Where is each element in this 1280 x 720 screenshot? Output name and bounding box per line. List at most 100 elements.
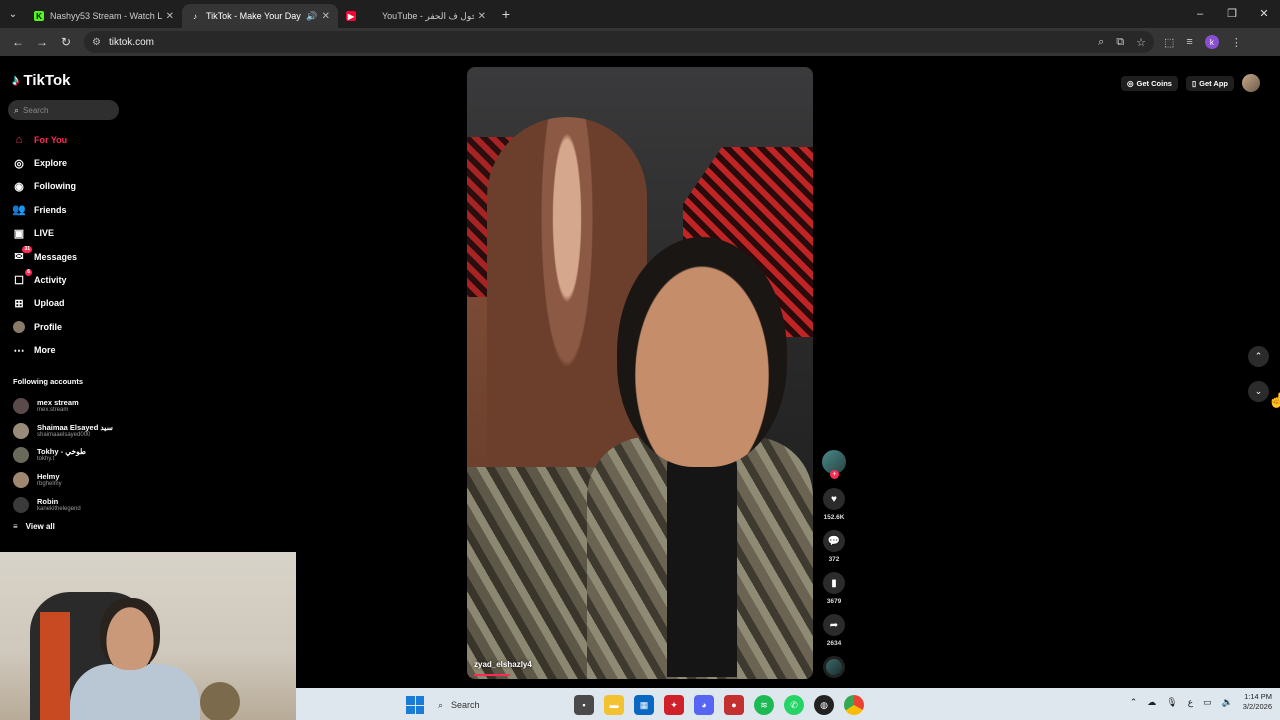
- profile-avatar[interactable]: k: [1204, 35, 1219, 49]
- taskbar-search[interactable]: ⌕ Search: [434, 694, 564, 716]
- user-avatar[interactable]: [1242, 74, 1260, 92]
- tiktok-logo[interactable]: ♪ TikTok: [12, 72, 70, 89]
- avatar: [13, 398, 29, 415]
- search-input[interactable]: ⌕ Search: [8, 100, 119, 120]
- sidebar-item-for-you[interactable]: ⌂ For You: [12, 128, 77, 151]
- sidebar-item-friends[interactable]: 👥 Friends: [12, 198, 77, 221]
- site-info-icon[interactable]: ⚙: [92, 37, 101, 48]
- file-explorer-icon[interactable]: ▬: [604, 695, 624, 715]
- cloud-icon[interactable]: ☁: [1147, 697, 1156, 708]
- extensions-icon[interactable]: ⬚: [1164, 36, 1174, 49]
- media-icon[interactable]: ≡: [1186, 36, 1192, 48]
- bookmark-star-icon[interactable]: ☆: [1136, 36, 1146, 49]
- kick-icon: K: [34, 11, 44, 21]
- whatsapp-icon[interactable]: ✆: [784, 695, 804, 715]
- webcam-overlay: [0, 552, 296, 720]
- list-item[interactable]: Tokhy - طوخي tokhy.t: [13, 443, 113, 468]
- obs-icon[interactable]: ◍: [814, 695, 834, 715]
- back-button[interactable]: ←: [6, 35, 30, 49]
- sidebar-item-messages[interactable]: ✉ 31 Messages: [12, 245, 77, 268]
- video-progress-bar[interactable]: [474, 674, 510, 676]
- account-name: mex stream: [37, 398, 79, 408]
- clock-date: 3/2/2026: [1242, 702, 1272, 711]
- menu-icon[interactable]: ⋮: [1231, 36, 1242, 49]
- list-item[interactable]: Helmy rbghelmy: [13, 468, 113, 493]
- chevron-up-icon: ⌃: [1254, 351, 1263, 361]
- reload-button[interactable]: ↻: [54, 35, 78, 49]
- tab-kick[interactable]: K Nashyy53 Stream - Watch Live ✕: [26, 4, 182, 28]
- follow-plus-icon[interactable]: +: [830, 470, 839, 479]
- speaker-icon[interactable]: 🔊: [306, 11, 317, 22]
- compass-icon: ◎: [14, 157, 24, 170]
- store-icon[interactable]: ▦: [634, 695, 654, 715]
- sidebar-item-activity[interactable]: ☐ 6 Activity: [12, 268, 77, 291]
- list-item[interactable]: Robin kanekithelegend: [13, 492, 113, 517]
- close-icon[interactable]: ✕: [478, 11, 486, 22]
- sidebar-item-more[interactable]: ⋯ More: [12, 339, 77, 362]
- sidebar-item-profile[interactable]: Profile: [12, 315, 77, 338]
- chevron-up-icon[interactable]: ⌃: [1130, 697, 1138, 708]
- microphone-icon[interactable]: 🎙: [1166, 697, 1177, 708]
- red-app-icon[interactable]: ✦: [664, 695, 684, 715]
- like-button[interactable]: ♥: [823, 488, 845, 510]
- list-item[interactable]: mex stream mex.stream: [13, 394, 113, 419]
- sidebar-item-upload[interactable]: ⊞ Upload: [12, 292, 77, 315]
- taskbar-search-label: Search: [451, 700, 480, 710]
- share-button[interactable]: ➦: [823, 614, 845, 636]
- network-icon[interactable]: ▭: [1203, 697, 1212, 708]
- spotify-icon[interactable]: ≋: [754, 695, 774, 715]
- account-name: Tokhy - طوخي: [37, 447, 86, 457]
- nav-label: Upload: [34, 298, 65, 309]
- save-button[interactable]: ▮: [823, 572, 845, 594]
- minimize-button[interactable]: –: [1184, 0, 1216, 28]
- clock[interactable]: 1:14 PM 3/2/2026: [1243, 692, 1272, 712]
- close-window-button[interactable]: ✕: [1248, 0, 1280, 28]
- previous-video-button[interactable]: ⌃: [1248, 346, 1269, 367]
- windows-start-icon[interactable]: [406, 696, 424, 714]
- volume-icon[interactable]: 🔉: [1222, 697, 1233, 708]
- tab-search-icon[interactable]: ⌄: [0, 0, 26, 28]
- get-app-button[interactable]: ▯ Get App: [1185, 75, 1234, 91]
- sidebar-item-explore[interactable]: ◎ Explore: [12, 151, 77, 174]
- video-player[interactable]: zyad_elshazly4: [467, 67, 813, 679]
- url-field[interactable]: ⚙ tiktok.com ⌕ ⧉ ☆: [84, 31, 1154, 53]
- task-view-icon[interactable]: ▪: [574, 695, 594, 715]
- sidebar-item-live[interactable]: ▣ LIVE: [12, 222, 77, 245]
- discord-icon[interactable]: ◕: [694, 695, 714, 715]
- feed-navigation: ⌃ ⌄: [1248, 346, 1269, 402]
- install-icon[interactable]: ⧉: [1116, 36, 1124, 49]
- video-author[interactable]: zyad_elshazly4: [474, 660, 532, 669]
- account-handle: shaimaaelsayed000: [37, 431, 91, 438]
- language-indicator[interactable]: ع: [1188, 697, 1193, 708]
- creator-avatar[interactable]: +: [822, 450, 846, 479]
- sidebar-item-following[interactable]: ◉ Following: [12, 175, 77, 198]
- streaming-app-icon[interactable]: ●: [724, 695, 744, 715]
- video-actions: + ♥ 152.6K 💬 372 ▮ 3679 ➦ 2634: [820, 450, 848, 678]
- get-coins-button[interactable]: ◎ Get Coins: [1121, 75, 1178, 91]
- comment-button[interactable]: 💬: [823, 530, 845, 552]
- restore-button[interactable]: ❐: [1216, 0, 1248, 28]
- chrome-icon[interactable]: [844, 695, 864, 715]
- close-icon[interactable]: ✕: [166, 11, 174, 22]
- following-icon: ◉: [14, 180, 24, 193]
- taskbar-apps: ⌕ Search ▪ ▬ ▦ ✦ ◕ ● ≋ ✆ ◍: [406, 694, 864, 716]
- streamer-body: [70, 664, 200, 720]
- nav-label: Messages: [34, 251, 78, 262]
- music-disc-icon[interactable]: [823, 656, 845, 678]
- tab-youtube[interactable]: YouTube - دخول ف الحفر ✕: [374, 4, 494, 28]
- live-icon: ▣: [13, 227, 25, 240]
- new-tab-button[interactable]: +: [494, 6, 518, 22]
- streamer-head: [100, 598, 160, 670]
- tab-youtube-pinned[interactable]: ▶: [338, 4, 374, 28]
- list-item[interactable]: Shaimaa Elsayed سيد shaimaaelsayed000: [13, 419, 113, 444]
- zoom-icon[interactable]: ⌕: [1098, 36, 1104, 49]
- forward-button[interactable]: →: [30, 35, 54, 49]
- share-count: 2634: [826, 640, 842, 647]
- following-accounts-list: mex stream mex.stream Shaimaa Elsayed سيد…: [13, 394, 113, 517]
- close-icon[interactable]: ✕: [322, 11, 330, 22]
- avatar: [13, 472, 29, 489]
- nav-label: Following: [34, 181, 76, 192]
- view-all-link[interactable]: ≡ View all: [13, 522, 55, 531]
- tab-tiktok[interactable]: ♪ TikTok - Make Your Day 🔊 ✕: [182, 4, 338, 28]
- next-video-button[interactable]: ⌄: [1248, 381, 1269, 402]
